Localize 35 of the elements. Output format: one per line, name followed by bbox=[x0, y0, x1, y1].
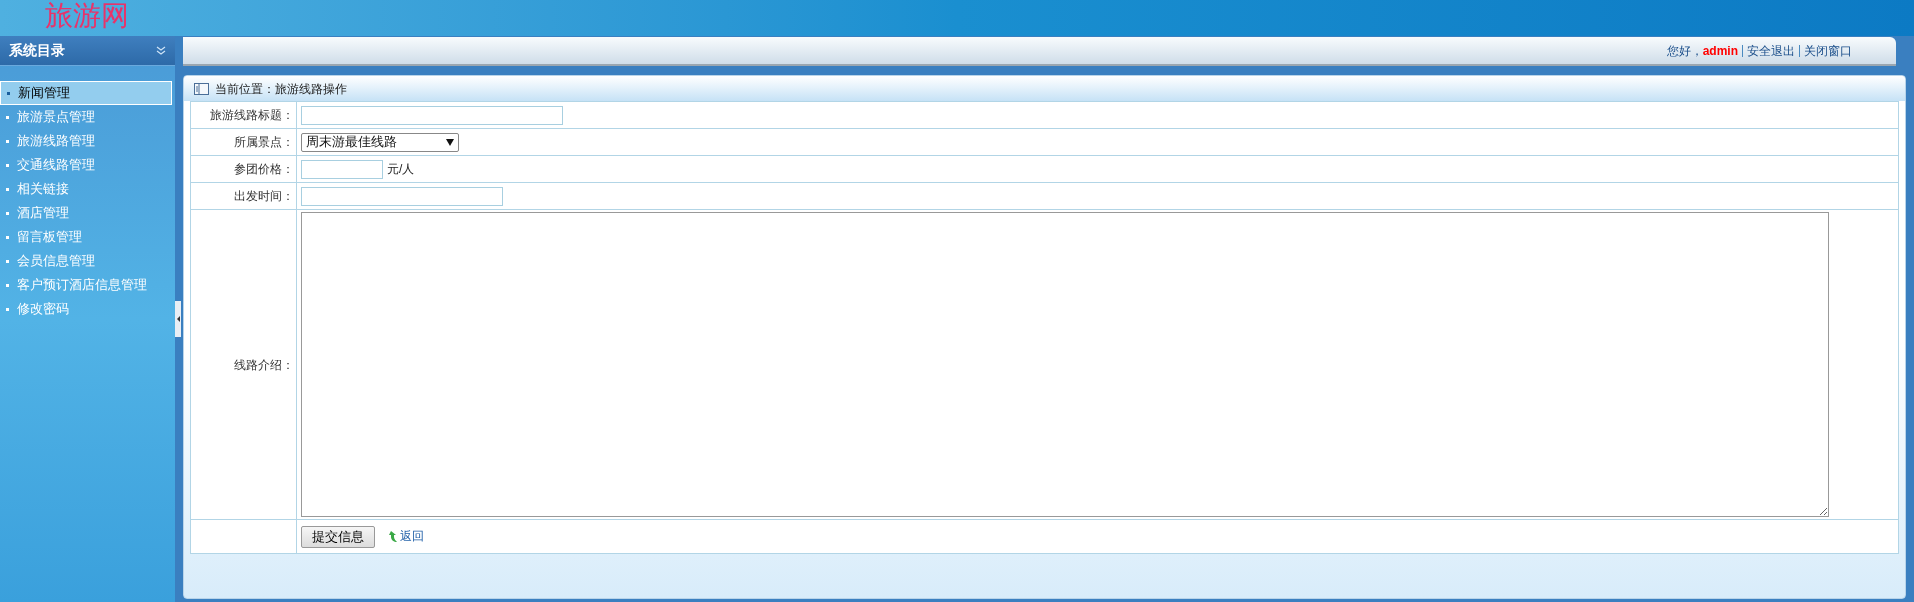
sidebar-item[interactable]: 交通线路管理 bbox=[0, 153, 175, 177]
field-label: 出发时间： bbox=[234, 188, 294, 205]
sidebar-item[interactable]: 留言板管理 bbox=[0, 225, 175, 249]
unit-label: 元/人 bbox=[387, 161, 415, 178]
breadcrumb-text: 当前位置：旅游线路操作 bbox=[215, 80, 347, 98]
collapse-icon[interactable] bbox=[156, 45, 166, 56]
greeting-text: 您好， bbox=[1666, 42, 1703, 60]
text-field[interactable] bbox=[301, 186, 503, 206]
header-link[interactable]: 安全退出 bbox=[1747, 41, 1795, 60]
sidebar-item[interactable]: 酒店管理 bbox=[0, 201, 175, 225]
sidebar-item[interactable]: 相关链接 bbox=[0, 177, 175, 201]
back-link[interactable]: 返回 bbox=[389, 527, 424, 546]
sidebar-item[interactable]: 会员信息管理 bbox=[0, 249, 175, 273]
sidebar-item[interactable]: 修改密码 bbox=[0, 297, 175, 321]
header-link[interactable]: 关闭窗口 bbox=[1804, 41, 1852, 60]
site-logo: 旅游网 bbox=[45, 0, 129, 32]
panel-icon bbox=[194, 82, 209, 95]
sidebar-item[interactable]: 旅游线路管理 bbox=[0, 129, 175, 153]
text-area[interactable] bbox=[301, 212, 1829, 517]
sidebar-item[interactable]: 客户预订酒店信息管理 bbox=[0, 273, 175, 297]
text-field[interactable] bbox=[301, 159, 383, 179]
sidebar-title: 系统目录 bbox=[9, 41, 65, 60]
back-arrow-icon bbox=[389, 530, 398, 543]
text-field[interactable] bbox=[301, 105, 563, 125]
field-label: 参团价格： bbox=[234, 161, 294, 178]
submit-button[interactable]: 提交信息 bbox=[301, 525, 375, 548]
dropdown-arrow-icon bbox=[446, 138, 454, 146]
username: admin bbox=[1702, 42, 1738, 60]
splitter-handle[interactable] bbox=[175, 301, 181, 337]
sidebar-item[interactable]: 新闻管理 bbox=[0, 81, 172, 105]
field-label: 旅游线路标题： bbox=[210, 107, 294, 124]
sidebar-item[interactable]: 旅游景点管理 bbox=[0, 105, 175, 129]
field-label: 所属景点： bbox=[234, 134, 294, 151]
dropdown[interactable]: 周末游最佳线路 bbox=[301, 132, 459, 152]
field-label: 线路介绍： bbox=[234, 356, 294, 374]
